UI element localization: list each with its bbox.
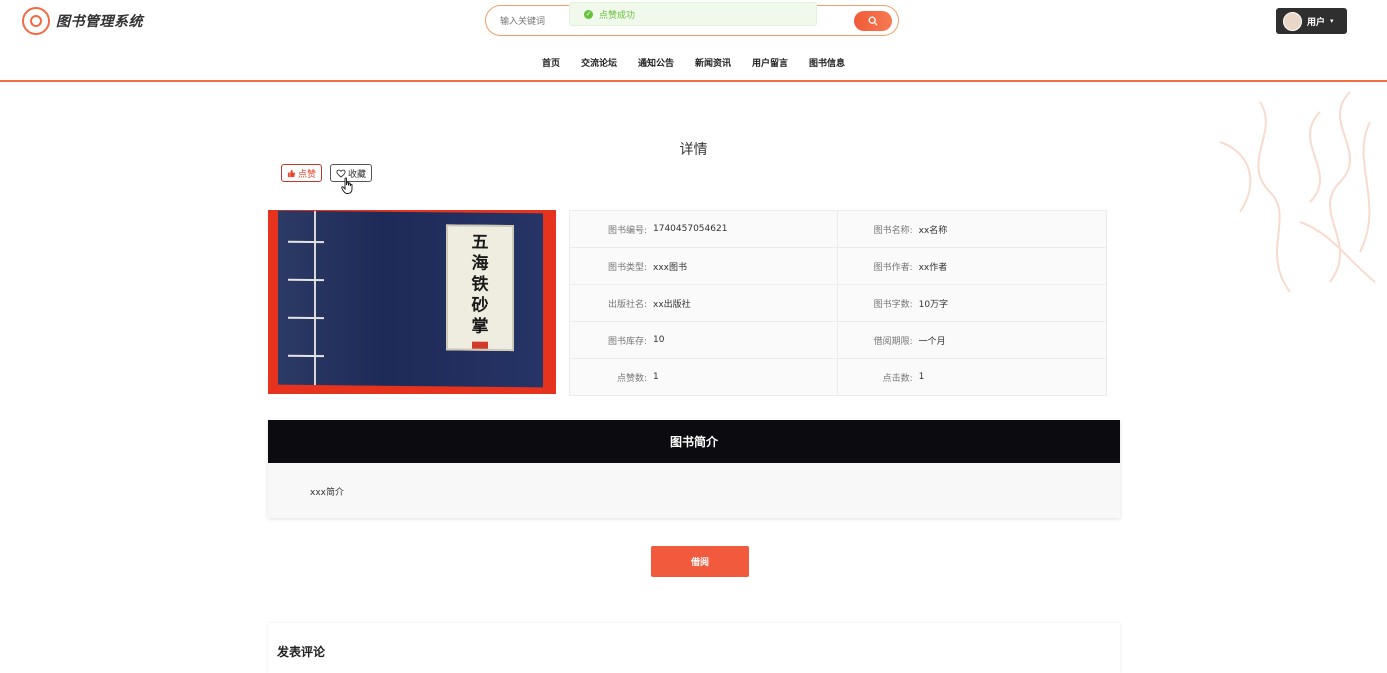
field-value: 10 [653,335,665,345]
thumbs-up-icon [287,169,296,177]
field-value: xx出版社 [653,299,691,310]
field-value: 1740457054621 [653,224,728,234]
field-label: 图书库存: [607,336,647,347]
stitch-line [288,316,324,320]
book-cover-image: 五 海 铁 砂 掌 [268,210,556,394]
nav-item-books[interactable]: 图书信息 [799,56,856,69]
book-intro-panel: 图书简介 xxx简介 [268,420,1120,518]
table-row: 点赞数: 1 点击数: 1 [569,358,1108,396]
nav-item-message[interactable]: 用户留言 [742,56,799,69]
red-seal [472,341,488,349]
user-label: 用户 [1307,17,1326,28]
book-illustration: 五 海 铁 砂 掌 [278,210,543,388]
borrow-button[interactable]: 借阅 [651,546,749,577]
intro-heading: 图书简介 [268,420,1120,463]
book-title-label: 五 海 铁 砂 掌 [446,224,514,352]
nav-item-notice[interactable]: 通知公告 [627,56,684,69]
cover-char: 掌 [471,316,489,337]
table-row: 图书编号: 1740457054621 图书名称: xx名称 [569,210,1108,248]
like-label: 点赞 [298,169,317,180]
stitch-line [288,354,324,358]
main-nav: 首页 交流论坛 通知公告 新闻资讯 用户留言 图书信息 [0,56,1387,69]
stitch-line [288,278,324,282]
table-row: 图书库存: 10 借阅期限: 一个月 [569,321,1108,359]
field-value: 1 [653,372,659,382]
field-value: xxx图书 [653,262,687,273]
table-row: 图书类型: xxx图书 图书作者: xx作者 [569,247,1108,285]
field-value: xx作者 [918,262,948,273]
phoenix-decoration [1219,91,1376,293]
comment-title: 发表评论 [277,645,326,659]
nav-item-forum[interactable]: 交流论坛 [570,56,627,69]
field-label: 图书编号: [607,225,647,236]
logo[interactable]: 图书管理系统 [22,7,143,35]
field-value: 一个月 [918,336,946,347]
stitch-line [288,240,324,244]
field-label: 图书类型: [607,262,647,273]
field-label: 点赞数: [616,373,647,384]
cover-char: 铁 [471,274,489,295]
check-circle-icon: ✓ [584,9,593,19]
nav-item-home[interactable]: 首页 [531,56,570,69]
search-icon [868,16,878,26]
chevron-down-icon: ▾ [1330,17,1334,25]
avatar [1283,11,1302,31]
cover-char: 五 [471,232,489,253]
page-title: 详情 [679,142,708,158]
field-label: 图书字数: [873,299,913,310]
success-toast: ✓ 点赞成功 [569,2,817,26]
field-label: 出版社名: [607,299,647,310]
logo-icon [22,7,50,35]
intro-text: xxx简介 [310,488,344,498]
cover-char: 砂 [471,295,489,316]
book-info-table: 图书编号: 1740457054621 图书名称: xx名称 图书类型: xxx图书 … [569,210,1108,396]
user-menu-button[interactable]: 用户 ▾ [1276,8,1347,34]
nav-item-news[interactable]: 新闻资讯 [685,56,742,69]
toast-message: 点赞成功 [599,10,636,21]
field-label: 借阅期限: [873,336,913,347]
field-label: 点击数: [882,373,913,384]
hand-cursor-icon [341,177,353,194]
field-value: xx名称 [918,225,948,236]
cover-char: 海 [471,253,489,274]
field-value: 10万字 [918,299,949,310]
field-label: 图书名称: [873,225,913,236]
field-label: 图书作者: [873,262,913,273]
book-spine [288,210,324,386]
table-row: 出版社名: xx出版社 图书字数: 10万字 [569,284,1108,322]
like-button[interactable]: 点赞 [281,164,323,182]
search-button[interactable] [854,11,892,31]
field-value: 1 [918,372,925,382]
top-header: 图书管理系统 ✓ 点赞成功 用户 ▾ 首页 交流论坛 通知公告 新闻资讯 用户留… [0,0,1387,82]
app-title: 图书管理系统 [56,14,143,30]
